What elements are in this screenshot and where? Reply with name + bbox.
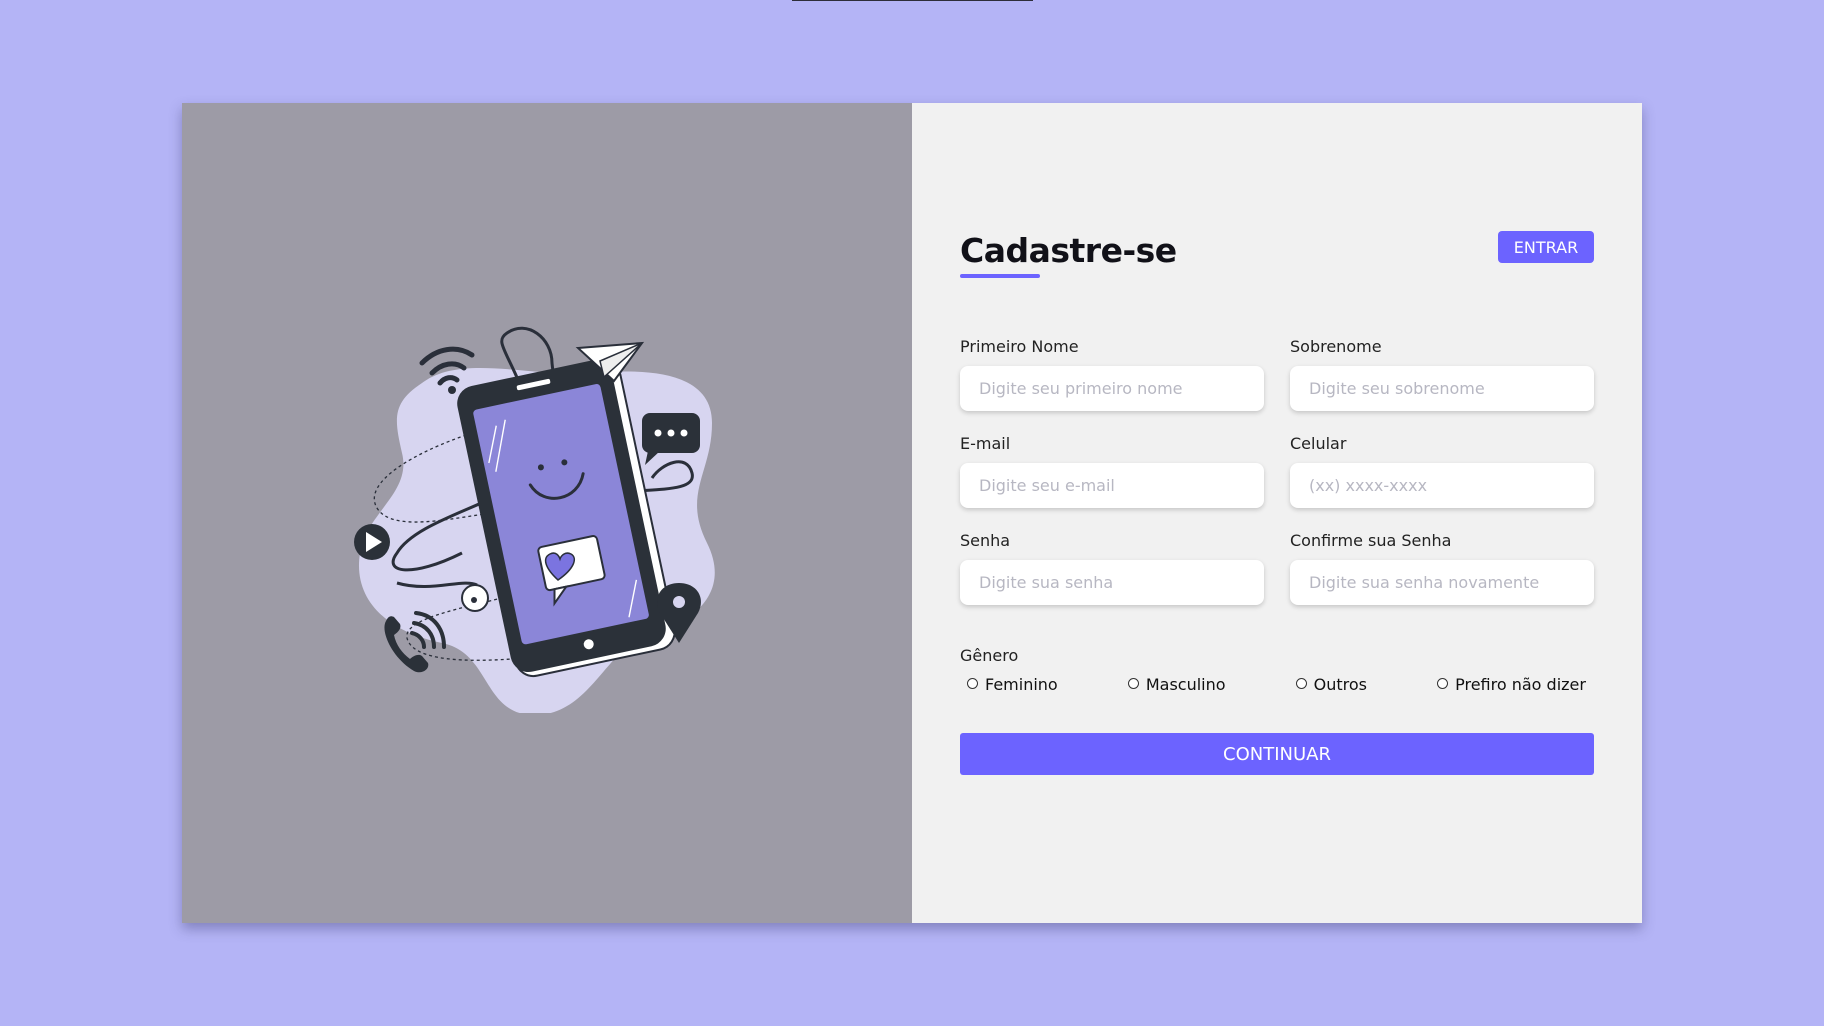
signup-form: Primeiro Nome Sobrenome E-mail Celular S… [960, 337, 1594, 775]
gender-option-label: Masculino [1145, 675, 1226, 694]
gender-option-outros[interactable]: Outros [1295, 675, 1367, 694]
radio-button[interactable] [1127, 678, 1139, 689]
last-name-field-group: Sobrenome [1290, 337, 1594, 411]
first-name-field-group: Primeiro Nome [960, 337, 1264, 411]
confirm-password-input[interactable] [1290, 560, 1594, 605]
gender-label: Gênero [960, 646, 1019, 665]
phone-call-icon [384, 611, 446, 673]
login-button[interactable]: ENTRAR [1498, 231, 1594, 263]
first-name-input[interactable] [960, 366, 1264, 411]
phone-label: Celular [1290, 434, 1347, 453]
radio-button[interactable] [1437, 678, 1449, 689]
radio-button[interactable] [967, 678, 978, 689]
last-name-label: Sobrenome [1290, 337, 1382, 356]
page-title: Cadastre-se [960, 231, 1177, 270]
radio-button[interactable] [1295, 678, 1307, 689]
gender-options: Feminino Masculino Outros Prefiro não di… [960, 675, 1594, 694]
play-icon [354, 524, 390, 560]
phone-input[interactable] [1290, 463, 1594, 508]
gender-option-feminino[interactable]: Feminino [967, 675, 1058, 694]
gender-option-masculino[interactable]: Masculino [1127, 675, 1226, 694]
phone-field-group: Celular [1290, 434, 1594, 508]
title-underline [960, 274, 1040, 278]
email-label: E-mail [960, 434, 1011, 453]
continue-button[interactable]: CONTINUAR [960, 733, 1594, 775]
email-input[interactable] [960, 463, 1264, 508]
top-divider-line [792, 0, 1033, 1]
gender-group: Gênero Feminino Masculino Outros Prefiro… [960, 646, 1594, 694]
confirm-password-label: Confirme sua Senha [1290, 531, 1452, 550]
signup-form-panel: Cadastre-se ENTRAR Primeiro Nome Sobreno… [912, 103, 1642, 923]
signup-card: Cadastre-se ENTRAR Primeiro Nome Sobreno… [182, 103, 1642, 923]
gender-option-prefiro-nao-dizer[interactable]: Prefiro não dizer [1437, 675, 1586, 694]
gender-option-label: Outros [1313, 675, 1367, 694]
password-input[interactable] [960, 560, 1264, 605]
illustration-panel [182, 103, 912, 923]
gender-option-label: Prefiro não dizer [1455, 675, 1586, 694]
last-name-input[interactable] [1290, 366, 1594, 411]
password-label: Senha [960, 531, 1011, 550]
gender-option-label: Feminino [985, 675, 1058, 694]
confirm-password-field-group: Confirme sua Senha [1290, 531, 1594, 605]
form-header: Cadastre-se ENTRAR [960, 231, 1594, 281]
smartphone-illustration [354, 326, 715, 713]
password-field-group: Senha [960, 531, 1264, 605]
email-field-group: E-mail [960, 434, 1264, 508]
first-name-label: Primeiro Nome [960, 337, 1079, 356]
